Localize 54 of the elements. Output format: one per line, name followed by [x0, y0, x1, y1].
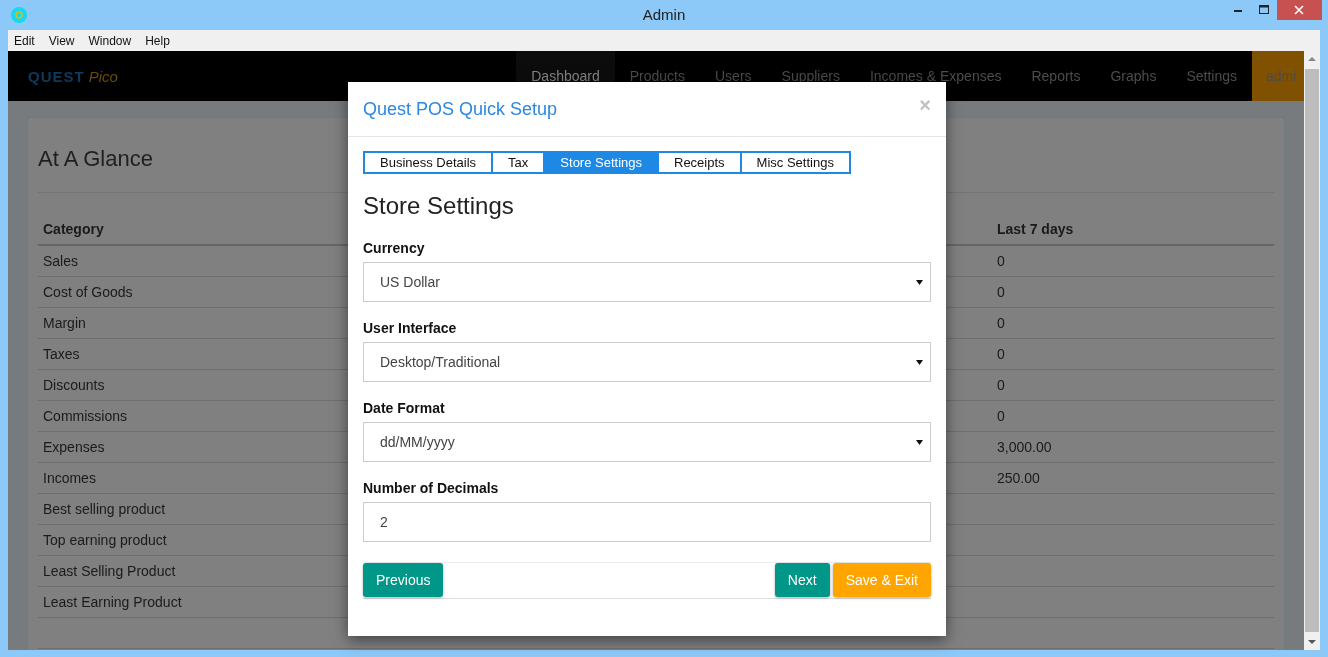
- table-cell: Least Earning Product: [43, 594, 182, 610]
- previous-button[interactable]: Previous: [363, 563, 444, 597]
- section-heading: Store Settings: [363, 192, 515, 220]
- table-cell: 0: [997, 253, 1005, 269]
- column-header: Category: [43, 220, 104, 237]
- caret-icon: [916, 279, 923, 285]
- table-cell: Expenses: [43, 439, 105, 455]
- input-field[interactable]: 2: [363, 502, 931, 542]
- caret-icon: [916, 359, 923, 365]
- table-cell: Best selling product: [43, 501, 166, 517]
- menu-item[interactable]: Help: [139, 33, 178, 48]
- table-cell: Commissions: [43, 408, 127, 424]
- field-label: User Interface: [363, 320, 458, 338]
- logo-text: Pico: [88, 67, 118, 85]
- menu-item[interactable]: Edit: [8, 33, 43, 48]
- column-header: Last 7 days: [997, 220, 1074, 237]
- tab[interactable]: Store Settings: [545, 153, 659, 172]
- table-cell: 0: [997, 377, 1005, 393]
- scrollbar[interactable]: [1304, 51, 1320, 650]
- nav-link[interactable]: Settings: [1171, 51, 1252, 101]
- tab[interactable]: Receipts: [659, 153, 742, 172]
- menu-item[interactable]: Window: [82, 33, 140, 48]
- table-cell: Margin: [43, 315, 86, 331]
- table-cell: Sales: [43, 253, 79, 269]
- dropdown[interactable]: Desktop/Traditional: [363, 342, 931, 382]
- table-cell: 250.00: [997, 470, 1040, 486]
- table-cell: Cost of Goods: [43, 284, 133, 300]
- field-label: Number of Decimals: [363, 480, 500, 498]
- tab[interactable]: Business Details: [365, 153, 494, 172]
- table-cell: Least Selling Product: [43, 563, 176, 579]
- table-cell: 0: [997, 408, 1005, 424]
- table-cell: 0: [997, 315, 1005, 331]
- caret-icon: [916, 439, 923, 445]
- nav-link[interactable]: Graphs: [1095, 51, 1172, 101]
- logo-text: QUEST: [28, 67, 85, 85]
- tab[interactable]: Misc Settings: [741, 153, 849, 172]
- table-cell: 3,000.00: [997, 439, 1052, 455]
- table-cell: Top earning product: [43, 532, 167, 548]
- table-cell: Incomes: [43, 470, 96, 486]
- nav-link[interactable]: Reports: [1016, 51, 1096, 101]
- field-label: Currency: [363, 240, 426, 258]
- dialog-title: Quest POS Quick Setup: [363, 98, 558, 120]
- window-title: Admin: [642, 6, 686, 23]
- field-label: Date Format: [363, 400, 446, 418]
- dropdown[interactable]: dd/MM/yyyy: [363, 422, 931, 462]
- app-icon: [11, 7, 27, 23]
- scroll-thumb[interactable]: [1305, 69, 1319, 632]
- table-cell: 0: [997, 346, 1005, 362]
- table-cell: Taxes: [43, 346, 80, 362]
- next-button[interactable]: Next: [774, 563, 830, 597]
- dropdown[interactable]: US Dollar: [363, 262, 931, 302]
- menu-item[interactable]: View: [42, 33, 83, 48]
- table-cell: Discounts: [43, 377, 105, 393]
- table-cell: 0: [997, 284, 1005, 300]
